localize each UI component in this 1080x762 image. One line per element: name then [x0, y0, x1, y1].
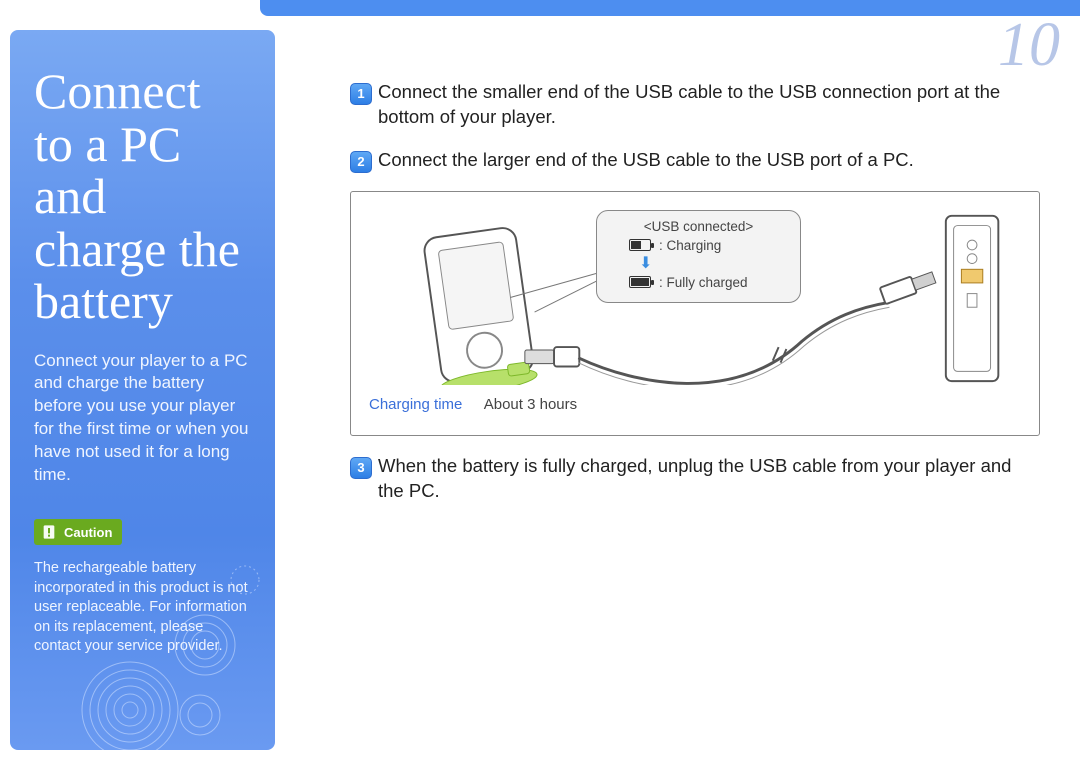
- page-number: 10: [998, 10, 1060, 81]
- caution-badge: Caution: [34, 519, 122, 545]
- charging-time-row: Charging time About 3 hours: [369, 396, 1021, 413]
- step-1: 1 Connect the smaller end of the USB cab…: [350, 80, 1040, 130]
- charging-label: : Charging: [659, 238, 721, 253]
- step-2: 2 Connect the larger end of the USB cabl…: [350, 148, 1040, 173]
- arrow-down-icon: ⬇: [639, 253, 788, 273]
- battery-full-icon: [629, 276, 651, 288]
- manual-page: 10 Connect to a PC and charge the batter…: [0, 0, 1080, 762]
- charging-time-value: About 3 hours: [484, 396, 577, 413]
- step-number-badge: 3: [350, 457, 372, 479]
- step-number-badge: 2: [350, 151, 372, 173]
- illustration-box: <USB connected> : Charging ⬇ : Fully cha…: [350, 191, 1040, 436]
- fully-charged-label: : Fully charged: [659, 275, 748, 290]
- step-text: Connect the smaller end of the USB cable…: [378, 80, 1040, 130]
- step-3: 3 When the battery is fully charged, unp…: [350, 454, 1040, 504]
- caution-icon: [40, 523, 58, 541]
- sidebar-description: Connect your player to a PC and charge t…: [34, 350, 251, 488]
- battery-charging-icon: [629, 239, 651, 251]
- callout-title: <USB connected>: [609, 219, 788, 234]
- step-text: Connect the larger end of the USB cable …: [378, 148, 1040, 173]
- step-number-badge: 1: [350, 83, 372, 105]
- caution-label: Caution: [64, 525, 112, 540]
- page-title: Connect to a PC and charge the battery: [34, 65, 251, 328]
- sidebar-panel: Connect to a PC and charge the battery C…: [10, 30, 275, 750]
- charging-time-label: Charging time: [369, 396, 462, 413]
- caution-text: The rechargeable battery incorporated in…: [34, 559, 251, 657]
- step-text: When the battery is fully charged, unplu…: [378, 454, 1040, 504]
- top-accent-strip: [260, 0, 1080, 16]
- usb-connected-callout: <USB connected> : Charging ⬇ : Fully cha…: [596, 210, 801, 303]
- main-content: 1 Connect the smaller end of the USB cab…: [350, 80, 1040, 522]
